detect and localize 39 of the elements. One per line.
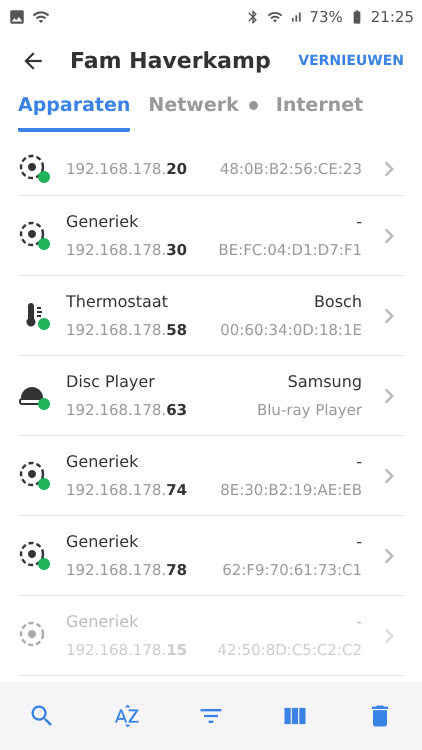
ip-address: 192.168.178.74 [66,481,188,499]
device-name: Thermostaat [66,292,168,311]
device-detail: 8E:30:B2:19:AE:EB [220,481,362,499]
device-name: Generiek [66,612,138,631]
device-name: Disc Player [66,372,155,391]
wifi-icon [267,9,284,25]
image-icon [8,8,26,26]
ip-address: 192.168.178.20 [66,160,188,178]
clock: 21:25 [370,8,414,26]
tab[interactable]: Internet [276,88,364,132]
device-icon [18,460,52,492]
device-icon [18,220,52,252]
device-vendor: - [356,532,362,551]
page-title: Fam Haverkamp [70,48,272,74]
tab[interactable]: Apparaten [18,88,130,132]
refresh-button[interactable]: VERNIEUWEN [294,49,408,73]
device-detail: Blu-ray Player [256,401,362,419]
sort-icon [112,702,141,730]
device-detail: 62:F9:70:61:73:C1 [222,561,362,579]
device-vendor: Bosch [314,292,362,311]
device-detail: BE:FC:04:D1:D7:F1 [218,241,362,259]
ip-address: 192.168.178.30 [66,241,188,259]
battery-level: 73% [309,8,343,26]
signal-icon [289,10,304,24]
device-icon [18,152,52,184]
device-detail: 00:60:34:0D:18:1E [220,321,362,339]
device-name: Generiek [66,532,138,551]
device-vendor: Samsung [288,372,362,391]
device-vendor: - [356,452,362,471]
device-icon [18,540,52,572]
device-vendor: - [356,212,362,231]
ip-address: 192.168.178.63 [66,401,188,419]
device-name: Generiek [66,452,138,471]
ip-address: 192.168.178.58 [66,321,188,339]
device-vendor: - [356,612,362,631]
ip-address: 192.168.178.78 [66,561,188,579]
device-name: Generiek [66,212,138,231]
tab[interactable]: Netwerk [148,88,258,132]
device-detail: 48:0B:B2:56:CE:23 [220,160,362,178]
